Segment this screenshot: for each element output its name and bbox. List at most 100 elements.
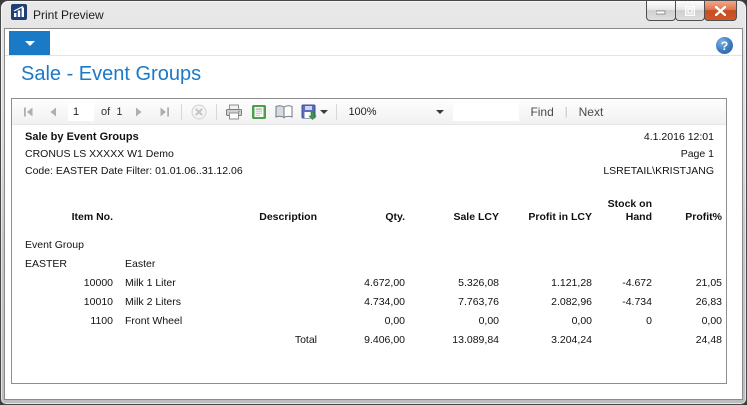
group-code: EASTER [25, 255, 113, 274]
page-setup-icon [275, 105, 293, 119]
print-button[interactable] [224, 102, 244, 122]
close-button[interactable] [704, 1, 737, 21]
report-company: CRONUS LS XXXXX W1 Demo [25, 146, 174, 163]
chevron-down-icon [320, 110, 328, 114]
cell-item-no: 1100 [25, 312, 113, 331]
find-button[interactable]: Find [524, 105, 559, 119]
toolbar-separator [216, 104, 217, 120]
maximize-icon [685, 6, 695, 16]
col-header-sale-lcy: Sale LCY [405, 198, 499, 224]
export-icon [301, 104, 317, 120]
total-qty: 9.406,00 [317, 331, 405, 350]
cell-stock: -4.734 [592, 293, 652, 312]
total-row: Total 9.406,00 13.089,84 3.204,24 24,48 [25, 331, 722, 350]
cell-description: Front Wheel [113, 312, 317, 331]
next-page-button[interactable] [129, 102, 149, 122]
minimize-icon [656, 6, 666, 15]
total-profit-lcy: 3.204,24 [499, 331, 592, 350]
col-header-description: Description [113, 198, 317, 224]
cell-profit-pct: 0,00 [652, 312, 722, 331]
cell-qty: 4.734,00 [317, 293, 405, 312]
table-row: 1100 Front Wheel 0,00 0,00 0,00 0 0,00 [25, 312, 722, 331]
print-preview-panel: of 1 [11, 98, 727, 384]
stop-icon [191, 104, 207, 120]
report-page: Sale by Event Groups 4.1.2016 12:01 CRON… [12, 125, 726, 350]
of-label: of 1 [101, 106, 122, 118]
page-title: Sale - Event Groups [21, 63, 742, 86]
col-header-qty: Qty. [317, 198, 405, 224]
report-filter: Code: EASTER Date Filter: 01.01.06..31.1… [25, 163, 243, 180]
find-text-input[interactable] [453, 103, 519, 121]
toolbar-separator [336, 104, 337, 120]
group-name: Easter [113, 255, 317, 274]
print-layout-icon [251, 104, 267, 120]
cell-sale-lcy: 5.326,08 [405, 274, 499, 293]
page-setup-button[interactable] [274, 102, 294, 122]
print-icon [225, 104, 243, 120]
table-row: 10000 Milk 1 Liter 4.672,00 5.326,08 1.1… [25, 274, 722, 293]
cell-item-no: 10010 [25, 293, 113, 312]
cell-description: Milk 1 Liter [113, 274, 317, 293]
total-stock [592, 331, 652, 350]
next-page-icon [135, 107, 143, 117]
zoom-value: 100% [348, 106, 436, 118]
chevron-down-icon [25, 41, 35, 46]
minimize-button[interactable] [646, 1, 676, 21]
report-title: Sale by Event Groups [25, 129, 139, 146]
report-datetime: 4.1.2016 12:01 [644, 129, 714, 146]
cell-profit-lcy: 0,00 [499, 312, 592, 331]
print-preview-window: Print Preview ? Sale - Event Groups [0, 0, 747, 405]
find-next-button[interactable]: Next [573, 105, 610, 119]
cell-sale-lcy: 0,00 [405, 312, 499, 331]
first-page-button[interactable] [18, 102, 38, 122]
cell-stock: -4.672 [592, 274, 652, 293]
cell-profit-pct: 21,05 [652, 274, 722, 293]
close-icon [715, 6, 726, 16]
print-layout-button[interactable] [249, 102, 269, 122]
total-label: Total [113, 331, 317, 350]
application-menu-button[interactable] [9, 31, 50, 55]
stop-rendering-button[interactable] [189, 102, 209, 122]
page-number-input[interactable] [68, 103, 94, 121]
app-icon [11, 4, 27, 25]
last-page-button[interactable] [154, 102, 174, 122]
first-page-icon [23, 107, 34, 117]
ribbon-strip: ? [5, 29, 742, 56]
help-button[interactable]: ? [716, 37, 733, 54]
cell-profit-lcy: 2.082,96 [499, 293, 592, 312]
cell-item-no: 10000 [25, 274, 113, 293]
titlebar[interactable]: Print Preview [1, 1, 746, 28]
last-page-icon [159, 107, 170, 117]
toolbar-separator [181, 104, 182, 120]
export-button[interactable] [299, 102, 329, 122]
window-title: Print Preview [33, 8, 104, 22]
chevron-down-icon [436, 110, 444, 114]
previous-page-button[interactable] [43, 102, 63, 122]
cell-stock: 0 [592, 312, 652, 331]
col-header-stock-on-hand: Stock on Hand [592, 198, 652, 224]
previous-page-icon [49, 107, 57, 117]
col-header-item-no: Item No. [25, 198, 113, 224]
zoom-select[interactable]: 100% [344, 103, 448, 121]
cell-sale-lcy: 7.763,76 [405, 293, 499, 312]
cell-profit-lcy: 1.121,28 [499, 274, 592, 293]
col-header-profit-lcy: Profit in LCY [499, 198, 592, 224]
maximize-button[interactable] [675, 1, 705, 21]
find-next-separator: | [565, 106, 568, 118]
group-caption-row: Event Group [25, 236, 722, 255]
col-header-profit-pct: Profit% [652, 198, 722, 224]
cell-qty: 4.672,00 [317, 274, 405, 293]
cell-profit-pct: 26,83 [652, 293, 722, 312]
preview-toolbar: of 1 [12, 99, 726, 125]
client-area: ? Sale - Event Groups of 1 [4, 28, 743, 400]
report-user: LSRETAIL\KRISTJANG [603, 163, 714, 180]
group-caption: Event Group [25, 236, 722, 255]
table-row: 10010 Milk 2 Liters 4.734,00 7.763,76 2.… [25, 293, 722, 312]
total-sale-lcy: 13.089,84 [405, 331, 499, 350]
cell-qty: 0,00 [317, 312, 405, 331]
table-header-row: Item No. Description Qty. Sale LCY Profi… [25, 198, 722, 224]
group-header-row: EASTER Easter [25, 255, 722, 274]
total-profit-pct: 24,48 [652, 331, 722, 350]
cell-description: Milk 2 Liters [113, 293, 317, 312]
report-page-number: Page 1 [681, 146, 714, 163]
